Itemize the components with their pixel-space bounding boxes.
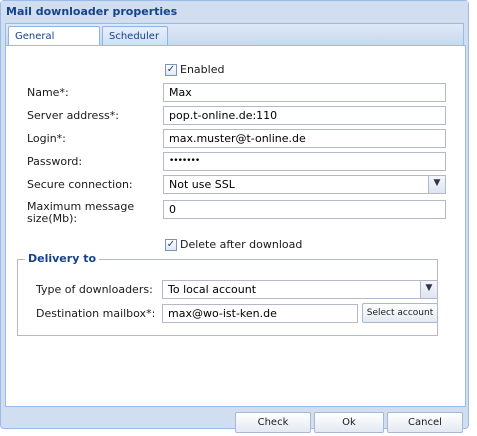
name-field[interactable]: Max xyxy=(163,83,446,102)
max-message-size-label-line2: size(Mb): xyxy=(27,212,78,225)
select-account-button[interactable]: Select account xyxy=(362,303,438,323)
type-of-downloaders-value: To local account xyxy=(168,283,257,296)
chevron-down-icon[interactable]: ▼ xyxy=(428,176,445,193)
mail-downloader-dialog: Mail downloader properties General setti… xyxy=(0,0,469,433)
tab-strip: General settings Scheduler xyxy=(5,23,464,61)
secure-connection-label: Secure connection: xyxy=(27,178,133,191)
server-address-field[interactable]: pop.t-online.de:110 xyxy=(163,106,446,125)
name-label: Name*: xyxy=(27,86,69,99)
tab-scheduler[interactable]: Scheduler xyxy=(102,26,168,46)
delete-after-download-label: Delete after download xyxy=(180,238,303,251)
max-message-size-label: Maximum message size(Mb): xyxy=(27,201,134,225)
ok-button[interactable]: Ok xyxy=(314,412,384,433)
delivery-legend: Delivery to xyxy=(25,252,100,265)
login-label: Login*: xyxy=(27,132,66,145)
chevron-down-icon[interactable]: ▼ xyxy=(420,281,437,298)
server-address-label: Server address*: xyxy=(27,109,119,122)
check-button[interactable]: Check xyxy=(235,412,311,433)
dialog-title: Mail downloader properties xyxy=(1,1,468,23)
tab-general-settings[interactable]: General settings xyxy=(8,26,100,61)
enabled-checkbox[interactable]: ✓ xyxy=(165,64,177,76)
destination-mailbox-field[interactable]: max@wo-ist-ken.de xyxy=(162,304,358,323)
enabled-label: Enabled xyxy=(180,63,225,76)
secure-connection-select[interactable]: Not use SSL ▼ xyxy=(163,175,446,194)
password-label: Password: xyxy=(27,155,83,168)
max-message-size-field[interactable]: 0 xyxy=(163,200,446,219)
secure-connection-value: Not use SSL xyxy=(169,178,235,191)
type-of-downloaders-select[interactable]: To local account ▼ xyxy=(162,280,438,299)
delete-after-download-checkbox[interactable]: ✓ xyxy=(165,239,177,251)
destination-mailbox-label: Destination mailbox*: xyxy=(36,307,156,320)
general-settings-panel: ✓ Enabled Name*: Max Server address*: po… xyxy=(5,45,466,407)
login-field[interactable]: max.muster@t-online.de xyxy=(163,129,446,148)
cancel-button[interactable]: Cancel xyxy=(387,412,463,433)
password-field[interactable]: ••••••• xyxy=(163,152,446,171)
type-of-downloaders-label: Type of downloaders: xyxy=(36,283,153,296)
